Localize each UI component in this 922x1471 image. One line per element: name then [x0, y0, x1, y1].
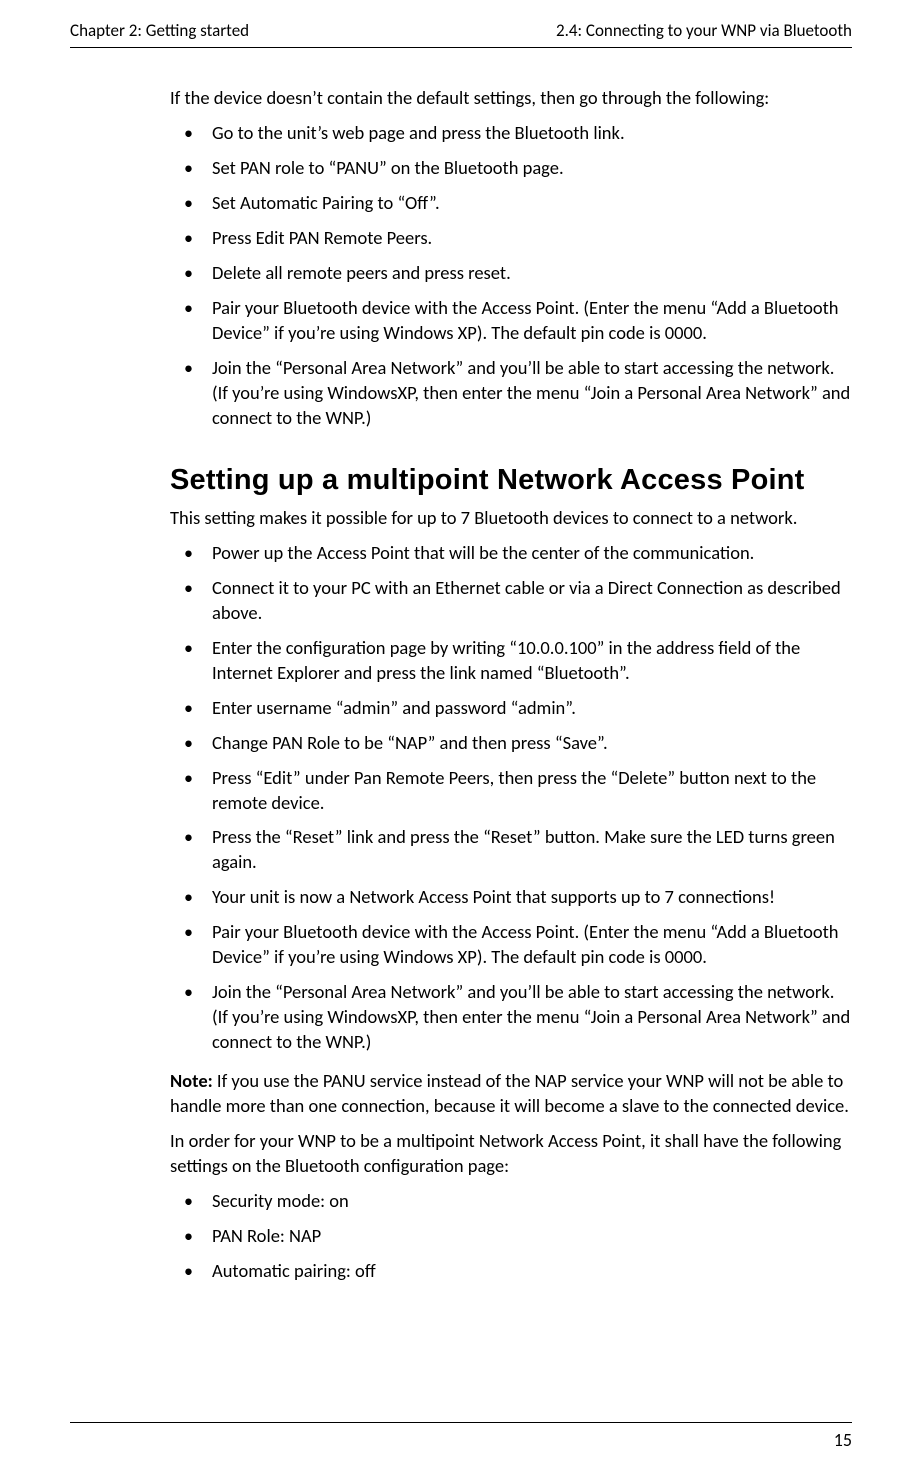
- list-item: Press Edit PAN Remote Peers.: [170, 226, 852, 251]
- list-item: Pair your Bluetooth device with the Acce…: [170, 920, 852, 970]
- header-left: Chapter 2: Getting started: [70, 20, 249, 41]
- list-item: Enter username “admin” and password “adm…: [170, 696, 852, 721]
- list-item: Set Automatic Pairing to “Off”.: [170, 191, 852, 216]
- list-item: Enter the configuration page by writing …: [170, 636, 852, 686]
- header-right: 2.4: Connecting to your WNP via Bluetoot…: [556, 20, 852, 41]
- page-content: If the device doesn’t contain the defaul…: [170, 48, 852, 1284]
- intro-paragraph: If the device doesn’t contain the defaul…: [170, 86, 852, 111]
- list-item: Join the “Personal Area Network” and you…: [170, 980, 852, 1055]
- list-item: Delete all remote peers and press reset.: [170, 261, 852, 286]
- note-label: Note:: [170, 1069, 213, 1092]
- section-heading: Setting up a multipoint Network Access P…: [170, 461, 852, 500]
- list-item: Press “Edit” under Pan Remote Peers, the…: [170, 766, 852, 816]
- section-lead: This setting makes it possible for up to…: [170, 506, 852, 531]
- list-item: Connect it to your PC with an Ethernet c…: [170, 576, 852, 626]
- list-item: Go to the unit’s web page and press the …: [170, 121, 852, 146]
- running-header: Chapter 2: Getting started 2.4: Connecti…: [70, 20, 852, 48]
- note-body: If you use the PANU service instead of t…: [170, 1069, 849, 1117]
- list-item: Power up the Access Point that will be t…: [170, 541, 852, 566]
- list-item: Your unit is now a Network Access Point …: [170, 885, 852, 910]
- steps-list-2: Power up the Access Point that will be t…: [170, 541, 852, 1055]
- footer-rule: [70, 1422, 852, 1423]
- list-item: Security mode: on: [170, 1189, 852, 1214]
- list-item: PAN Role: NAP: [170, 1224, 852, 1249]
- page-number: 15: [834, 1429, 852, 1451]
- list-item: Set PAN role to “PANU” on the Bluetooth …: [170, 156, 852, 181]
- list-item: Join the “Personal Area Network” and you…: [170, 356, 852, 431]
- list-item: Press the “Reset” link and press the “Re…: [170, 825, 852, 875]
- list-item: Change PAN Role to be “NAP” and then pre…: [170, 731, 852, 756]
- list-item: Automatic pairing: off: [170, 1259, 852, 1284]
- note-paragraph: Note: If you use the PANU service instea…: [170, 1069, 852, 1119]
- list-item: Pair your Bluetooth device with the Acce…: [170, 296, 852, 346]
- document-page: Chapter 2: Getting started 2.4: Connecti…: [0, 0, 922, 1471]
- steps-list-1: Go to the unit’s web page and press the …: [170, 121, 852, 431]
- settings-list: Security mode: on PAN Role: NAP Automati…: [170, 1189, 852, 1284]
- settings-intro: In order for your WNP to be a multipoint…: [170, 1129, 852, 1179]
